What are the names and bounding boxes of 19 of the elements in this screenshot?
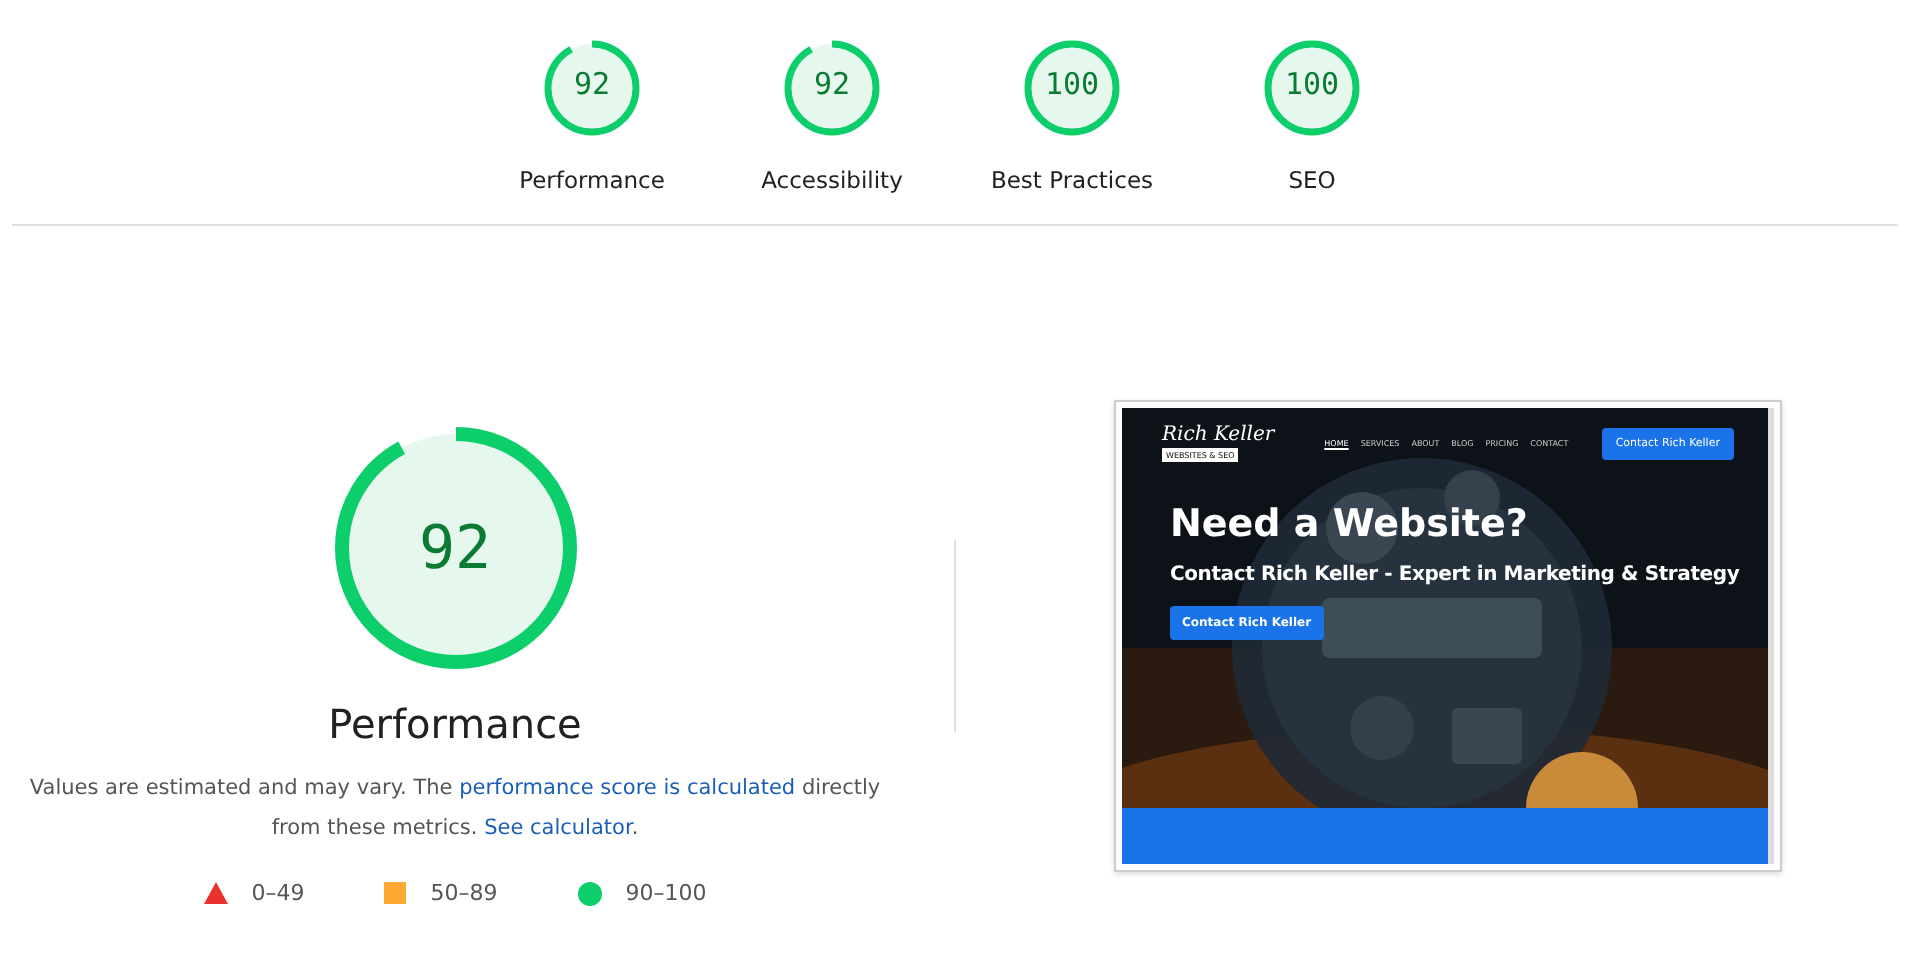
category-label[interactable]: Accessibility bbox=[761, 166, 903, 194]
calculator-link[interactable]: See calculator bbox=[484, 816, 632, 840]
category-label[interactable]: SEO bbox=[1288, 166, 1336, 194]
category-label[interactable]: Best Practices bbox=[990, 166, 1154, 194]
description-text: Values are estimated and may vary. The performance score is calculated directly from these metrics. See calculator. bbox=[27, 774, 883, 844]
score-value: 100 bbox=[1044, 66, 1100, 102]
range-label: 50–89 bbox=[430, 880, 498, 906]
range-label: 0–49 bbox=[251, 880, 305, 906]
range-label: 90–100 bbox=[625, 880, 707, 906]
hero-headline: Need a Website? bbox=[1170, 502, 1530, 546]
category-label[interactable]: Performance bbox=[519, 166, 665, 194]
score-link[interactable]: performance score is calculated bbox=[459, 776, 796, 800]
score-value: 100 bbox=[1284, 66, 1340, 102]
score-value: 92 bbox=[573, 66, 611, 102]
hero-subheadline: Contact Rich Keller - Expert in Marketing & Strategy bbox=[1170, 564, 1742, 586]
gauge-title: Performance bbox=[328, 700, 582, 748]
score-value: 92 bbox=[416, 511, 494, 587]
logo-name[interactable]: Rich Keller bbox=[1162, 424, 1275, 448]
score-value: 92 bbox=[813, 66, 851, 102]
